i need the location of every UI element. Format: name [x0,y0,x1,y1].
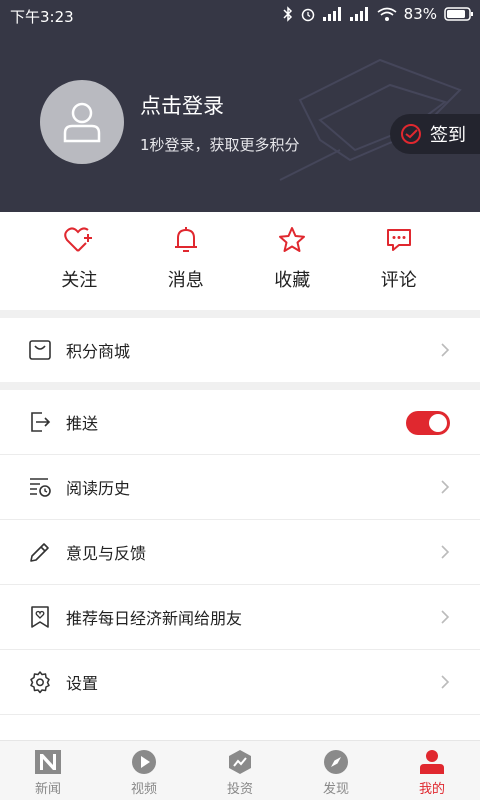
checkin-label: 签到 [430,125,466,146]
alarm-icon [301,8,314,22]
nav-news[interactable]: 新闻 [0,741,96,800]
checkin-button[interactable]: 签到 [390,114,480,154]
pencil-icon [30,543,49,562]
chevron-right-icon [441,545,450,559]
shopping-bag-icon [29,340,51,360]
section-gap [0,310,480,318]
wifi-icon [377,7,397,21]
user-placeholder-icon [63,102,101,143]
comment-icon [386,229,411,251]
quick-messages[interactable]: 消息 [133,212,240,310]
login-subtitle: 1秒登录，获取更多积分 [140,136,300,154]
news-icon [35,750,61,774]
quick-comments-label: 评论 [380,270,417,291]
menu-history[interactable]: 阅读历史 [0,455,480,519]
gear-icon [30,671,50,694]
divider [0,714,480,715]
menu-feedback-label: 意见与反馈 [66,544,147,563]
quick-favorites-label: 收藏 [274,270,311,291]
quick-messages-label: 消息 [167,270,204,291]
quick-favorites[interactable]: 收藏 [239,212,346,310]
battery-icon [444,7,473,21]
status-time: 下午3:23 [10,8,74,26]
compass-icon [324,750,348,774]
nav-discover-label: 发现 [322,782,349,797]
nav-video-label: 视频 [130,782,157,797]
quick-comments[interactable]: 评论 [346,212,453,310]
toggle-knob [429,414,447,432]
checkin-icon [401,124,421,144]
menu-points-mall-label: 积分商城 [66,342,131,361]
battery-percent: 83% [403,5,437,23]
signal-icon [349,7,368,21]
chevron-right-icon [441,343,450,357]
nav-invest[interactable]: 投资 [192,741,288,800]
profile-header: 下午3:23 83% 点击登录 1秒登录，获取更多积分 签到 [0,0,480,212]
menu-recommend-label: 推荐每日经济新闻给朋友 [66,609,243,628]
menu-history-label: 阅读历史 [66,479,131,498]
menu-feedback[interactable]: 意见与反馈 [0,520,480,584]
nav-discover[interactable]: 发现 [288,741,384,800]
menu-push-label: 推送 [66,414,99,433]
menu-push: 推送 [0,390,480,454]
chevron-right-icon [441,675,450,689]
login-title[interactable]: 点击登录 [140,90,224,120]
nav-mine-label: 我的 [418,782,445,797]
nav-invest-label: 投资 [226,782,253,797]
chevron-right-icon [441,610,450,624]
heart-plus-icon [64,227,93,252]
history-icon [30,478,51,497]
nav-news-label: 新闻 [34,782,61,797]
menu-settings-label: 设置 [66,674,99,693]
quick-follow-label: 关注 [61,270,98,291]
push-icon [31,412,51,432]
quick-actions: 关注 消息 收藏 评论 [0,212,480,310]
menu-points-mall[interactable]: 积分商城 [0,318,480,382]
bell-icon [174,227,197,252]
user-icon [420,750,444,774]
menu-recommend[interactable]: 推荐每日经济新闻给朋友 [0,585,480,649]
status-bar: 下午3:23 83% [0,0,480,30]
recommend-icon [31,606,49,628]
nav-mine[interactable]: 我的 [384,741,480,800]
bluetooth-icon [283,6,292,22]
push-toggle[interactable] [406,411,450,435]
bottom-nav: 新闻 视频 投资 发现 我的 [0,740,480,800]
invest-icon [229,750,251,774]
section-gap [0,382,480,390]
chevron-right-icon [441,480,450,494]
star-icon [279,227,306,252]
quick-follow[interactable]: 关注 [26,212,133,310]
signal-icon [322,7,341,21]
video-icon [132,750,156,774]
nav-video[interactable]: 视频 [96,741,192,800]
menu-settings[interactable]: 设置 [0,650,480,714]
status-icons: 83% [283,5,474,23]
avatar[interactable] [40,80,124,164]
